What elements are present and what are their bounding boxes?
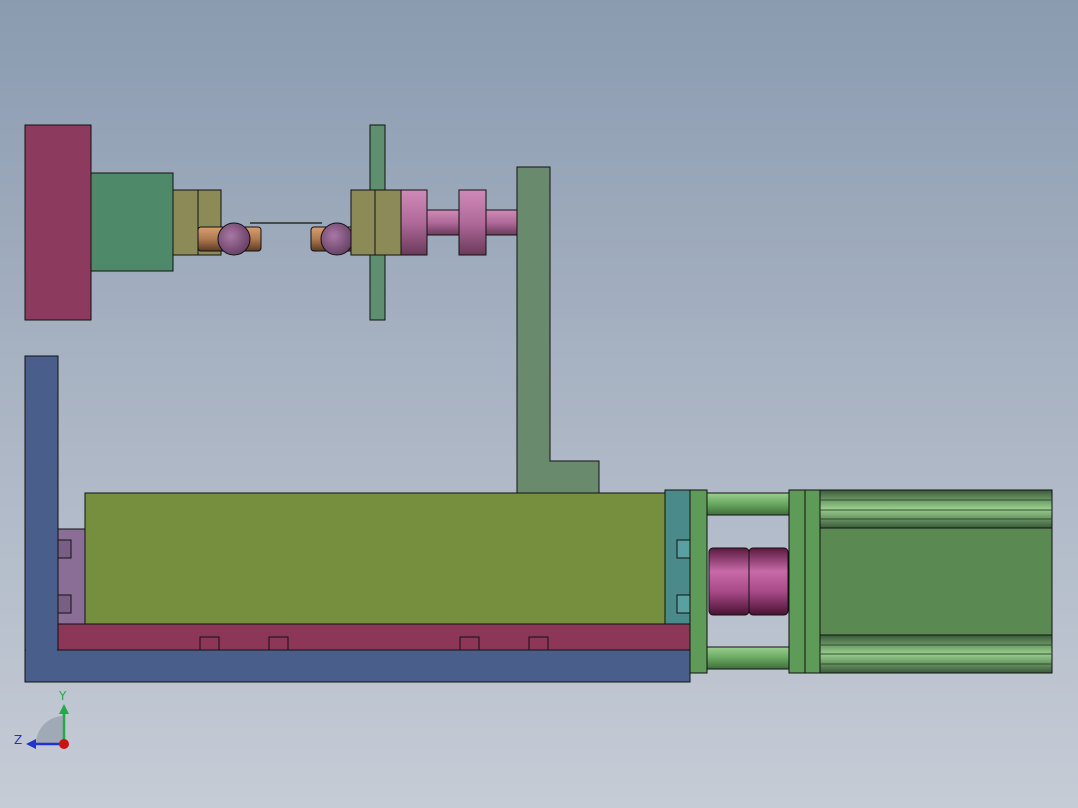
- motor-tie-rod-upper[interactable]: [706, 492, 790, 516]
- left-clamp[interactable]: [172, 189, 262, 256]
- z-axis-arrow: [26, 739, 36, 749]
- rail-slot: [528, 636, 549, 651]
- motor-fin-top: [819, 489, 1053, 529]
- y-axis-label: Y: [58, 689, 67, 703]
- right-end-block[interactable]: [664, 489, 691, 625]
- right-clamp[interactable]: [310, 189, 402, 256]
- drive-shaft[interactable]: [400, 189, 518, 256]
- y-axis-arrow: [59, 704, 69, 714]
- top-hub[interactable]: [90, 172, 174, 272]
- view-triad: Y Z: [14, 689, 69, 749]
- rail-slot: [268, 636, 289, 651]
- motor-mount-rear[interactable]: [788, 489, 821, 674]
- triad-arc: [36, 716, 64, 744]
- assembly-drawing: Y Z: [14, 124, 1053, 749]
- rail-slot: [199, 636, 220, 651]
- servo-motor[interactable]: [819, 489, 1053, 674]
- guide-rail[interactable]: [57, 623, 691, 651]
- left-ball: [217, 222, 251, 256]
- shaft-coupling[interactable]: [708, 547, 789, 616]
- x-axis-point: [59, 739, 69, 749]
- support-bracket[interactable]: [516, 166, 600, 494]
- z-axis-label: Z: [14, 733, 22, 747]
- rail-slot: [459, 636, 480, 651]
- linear-carriage[interactable]: [84, 492, 666, 625]
- cad-viewport[interactable]: Y Z: [0, 0, 1078, 808]
- left-end-block[interactable]: [57, 528, 86, 625]
- top-flange[interactable]: [24, 124, 92, 321]
- right-ball: [320, 222, 354, 256]
- motor-tie-rod-lower[interactable]: [706, 646, 790, 670]
- motor-mount-front[interactable]: [689, 489, 708, 674]
